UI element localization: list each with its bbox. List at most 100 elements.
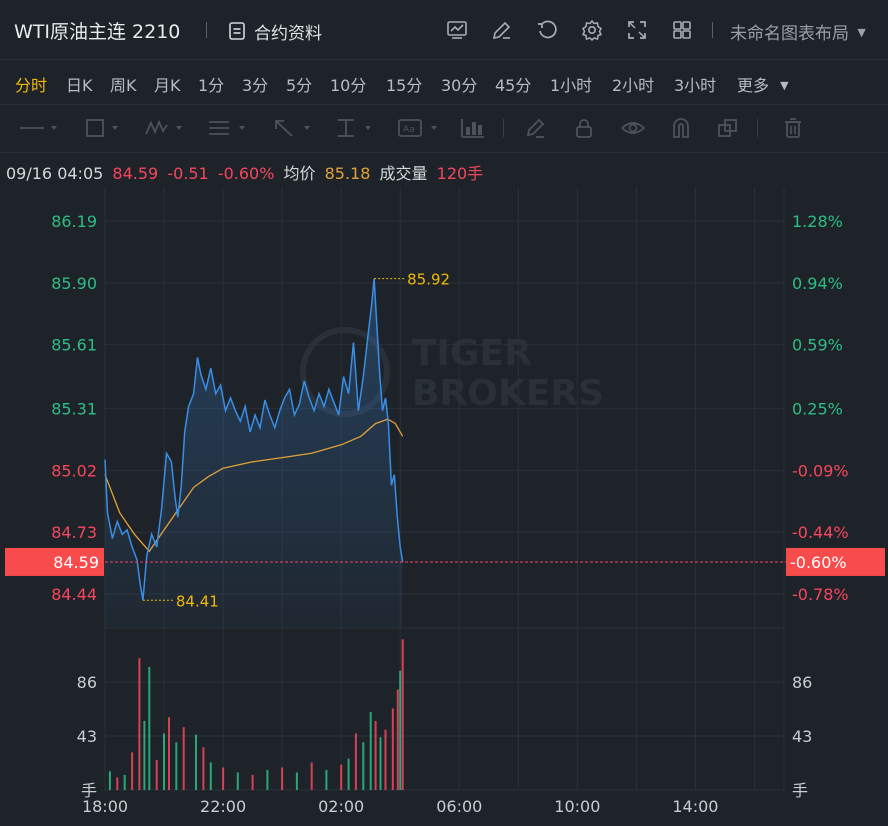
watermark-text: BROKERS [412, 373, 604, 414]
pct-tick-label: 1.28% [792, 212, 843, 231]
volume-bar [163, 733, 165, 790]
header-divider [712, 22, 713, 38]
brush-tool[interactable] [524, 116, 548, 140]
toolbar-divider [503, 116, 504, 140]
tab-timeframe-daily[interactable]: 日K [66, 72, 93, 96]
multi-chart-button[interactable] [670, 17, 694, 43]
tab-timeframe-intraday[interactable]: 分时 [15, 72, 47, 96]
price-tick-label: 84.73 [51, 523, 97, 542]
more-label: 更多 [737, 76, 770, 95]
volume-bar [354, 733, 357, 790]
legend-volume-label: 成交量 [379, 164, 428, 183]
price-tick-label: 85.61 [51, 336, 97, 355]
wave-pattern-icon [145, 119, 182, 135]
symbol-title[interactable]: WTI原油主连 2210 [14, 17, 180, 44]
volume-bar [155, 759, 158, 790]
reset-button[interactable] [535, 17, 559, 43]
tab-timeframe-weekly[interactable]: 周K [110, 72, 137, 96]
volume-bar [195, 734, 197, 790]
pct-tick-label: -0.09% [792, 461, 849, 480]
tab-timeframe-1min[interactable]: 1分 [198, 72, 224, 96]
volume-unit-label: 手 [792, 781, 808, 800]
volume-bar [384, 729, 387, 790]
arrow-tool[interactable] [272, 116, 316, 140]
volume-bar [295, 772, 298, 790]
layout-name: 未命名图表布局 [730, 24, 849, 44]
quote-legend: 09/16 04:05 84.59 -0.51 -0.60% 均价 85.18 … [6, 160, 487, 184]
settings-button[interactable] [580, 17, 604, 43]
contract-info-button[interactable]: 合约资料 [228, 18, 322, 44]
fib-tool[interactable] [207, 116, 251, 140]
volume-bar [251, 774, 254, 790]
draw-toggle-button[interactable] [490, 17, 514, 43]
volume-bar [325, 769, 328, 790]
price-tick-label: 86.19 [51, 212, 97, 231]
pct-tick-label: 0.94% [792, 274, 843, 293]
line-tool[interactable] [18, 116, 62, 140]
tab-timeframe-10min[interactable]: 10分 [330, 72, 366, 96]
tab-timeframe-1hour[interactable]: 1小时 [550, 72, 592, 96]
pattern-tool[interactable] [144, 116, 188, 140]
volume-bar [401, 639, 404, 790]
tab-timeframe-45min[interactable]: 45分 [495, 72, 531, 96]
measure-tool[interactable] [335, 116, 379, 140]
magnet-icon [673, 118, 689, 138]
volume-bar [131, 752, 134, 790]
price-area [105, 278, 403, 628]
tab-timeframe-2hour[interactable]: 2小时 [612, 72, 654, 96]
header-divider [206, 22, 207, 38]
avg-price-line [104, 418, 404, 553]
pct-tick-label: -0.78% [792, 585, 849, 604]
magnet-tool[interactable] [670, 116, 692, 140]
volume-tick-label: 86 [792, 673, 812, 692]
trash-icon [785, 118, 801, 138]
lock-tool[interactable] [573, 116, 595, 140]
delete-tool[interactable] [782, 116, 804, 140]
shape-tool[interactable] [84, 116, 124, 140]
volume-bar [116, 777, 119, 790]
caret-down-icon: ▼ [857, 26, 866, 39]
volume-tool[interactable] [460, 116, 486, 140]
price-tick-label: 85.02 [51, 461, 97, 480]
text-box-icon: Aa [398, 119, 437, 137]
tab-timeframe-3hour[interactable]: 3小时 [674, 72, 716, 96]
grid-icon [673, 21, 691, 39]
fullscreen-button[interactable] [625, 17, 649, 43]
watermark-logo [300, 327, 390, 417]
edit-icon [492, 21, 511, 40]
tab-timeframe-monthly[interactable]: 月K [154, 72, 181, 96]
tab-timeframe-more[interactable]: 更多 ▼ [737, 72, 789, 96]
pct-tick-label: 0.25% [792, 400, 843, 419]
toolbar-divider [757, 116, 758, 140]
clone-tool[interactable] [716, 116, 740, 140]
volume-tick-label: 86 [77, 673, 97, 692]
current-pct-label: -0.60% [790, 553, 847, 572]
time-tick-label: 18:00 [82, 797, 128, 816]
drawing-toolbar [0, 105, 888, 153]
volume-bar [236, 772, 239, 790]
volume-tick-label: 43 [792, 727, 812, 746]
indicator-button[interactable] [445, 17, 469, 43]
tab-timeframe-5min[interactable]: 5分 [286, 72, 312, 96]
time-tick-label: 14:00 [672, 797, 718, 816]
tab-timeframe-3min[interactable]: 3分 [242, 72, 268, 96]
legend-change: -0.51 [167, 164, 209, 183]
visibility-tool[interactable] [620, 116, 646, 140]
high-marker-label: 85.92 [407, 271, 450, 289]
svg-text:Aa: Aa [403, 125, 415, 135]
text-tool[interactable]: Aa [397, 116, 443, 140]
tab-timeframe-15min[interactable]: 15分 [386, 72, 422, 96]
price-tick-label: 84.44 [51, 585, 97, 604]
layout-selector[interactable]: 未命名图表布局 ▼ [730, 19, 866, 44]
volume-bar [310, 762, 313, 790]
price-tick-label: 85.90 [51, 274, 97, 293]
chart-app: WTI原油主连 2210 合约资料 未命名图表布局 ▼ 分时 日K 周K 月K … [0, 0, 888, 826]
rectangle-icon [86, 119, 118, 137]
volume-bar [143, 720, 146, 790]
lock-icon [576, 119, 592, 138]
eye-icon [620, 122, 646, 134]
time-tick-label: 02:00 [318, 797, 364, 816]
legend-volume-value: 120手 [436, 164, 484, 183]
arrow-icon [275, 120, 310, 137]
tab-timeframe-30min[interactable]: 30分 [441, 72, 477, 96]
